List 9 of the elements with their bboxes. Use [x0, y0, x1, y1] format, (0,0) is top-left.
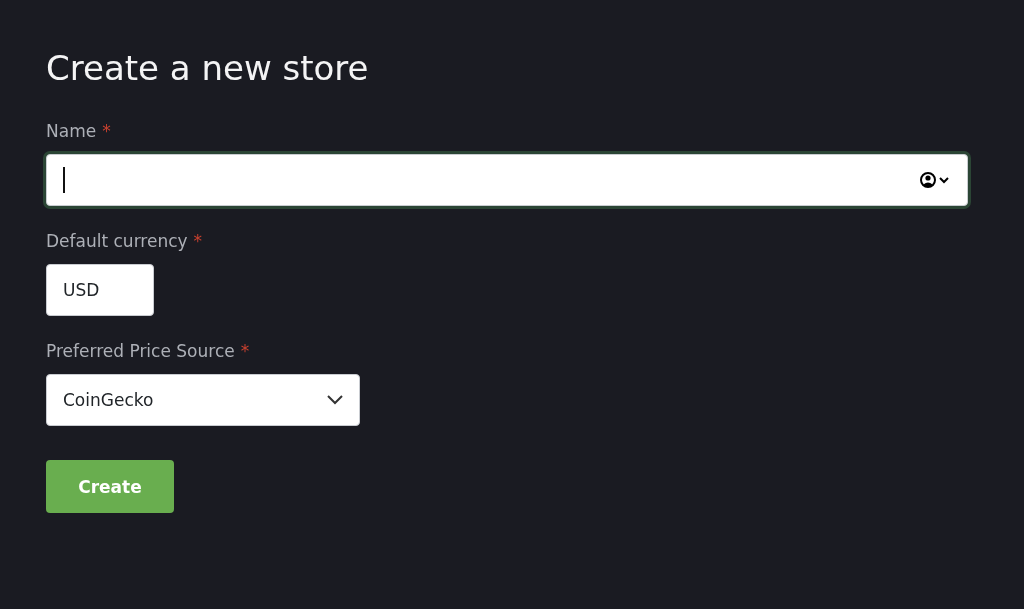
input-field[interactable]: USD [46, 264, 154, 316]
field-label: Preferred Price Source * [46, 340, 251, 362]
input-field[interactable] [46, 154, 968, 206]
field-label: Name * [46, 120, 112, 142]
user-menu-icon[interactable] [919, 171, 951, 189]
chevron-down-icon [327, 395, 343, 405]
page-title: Create a new store [46, 47, 370, 90]
field-label: Default currency * [46, 230, 204, 252]
select-field[interactable]: CoinGecko [46, 374, 360, 426]
